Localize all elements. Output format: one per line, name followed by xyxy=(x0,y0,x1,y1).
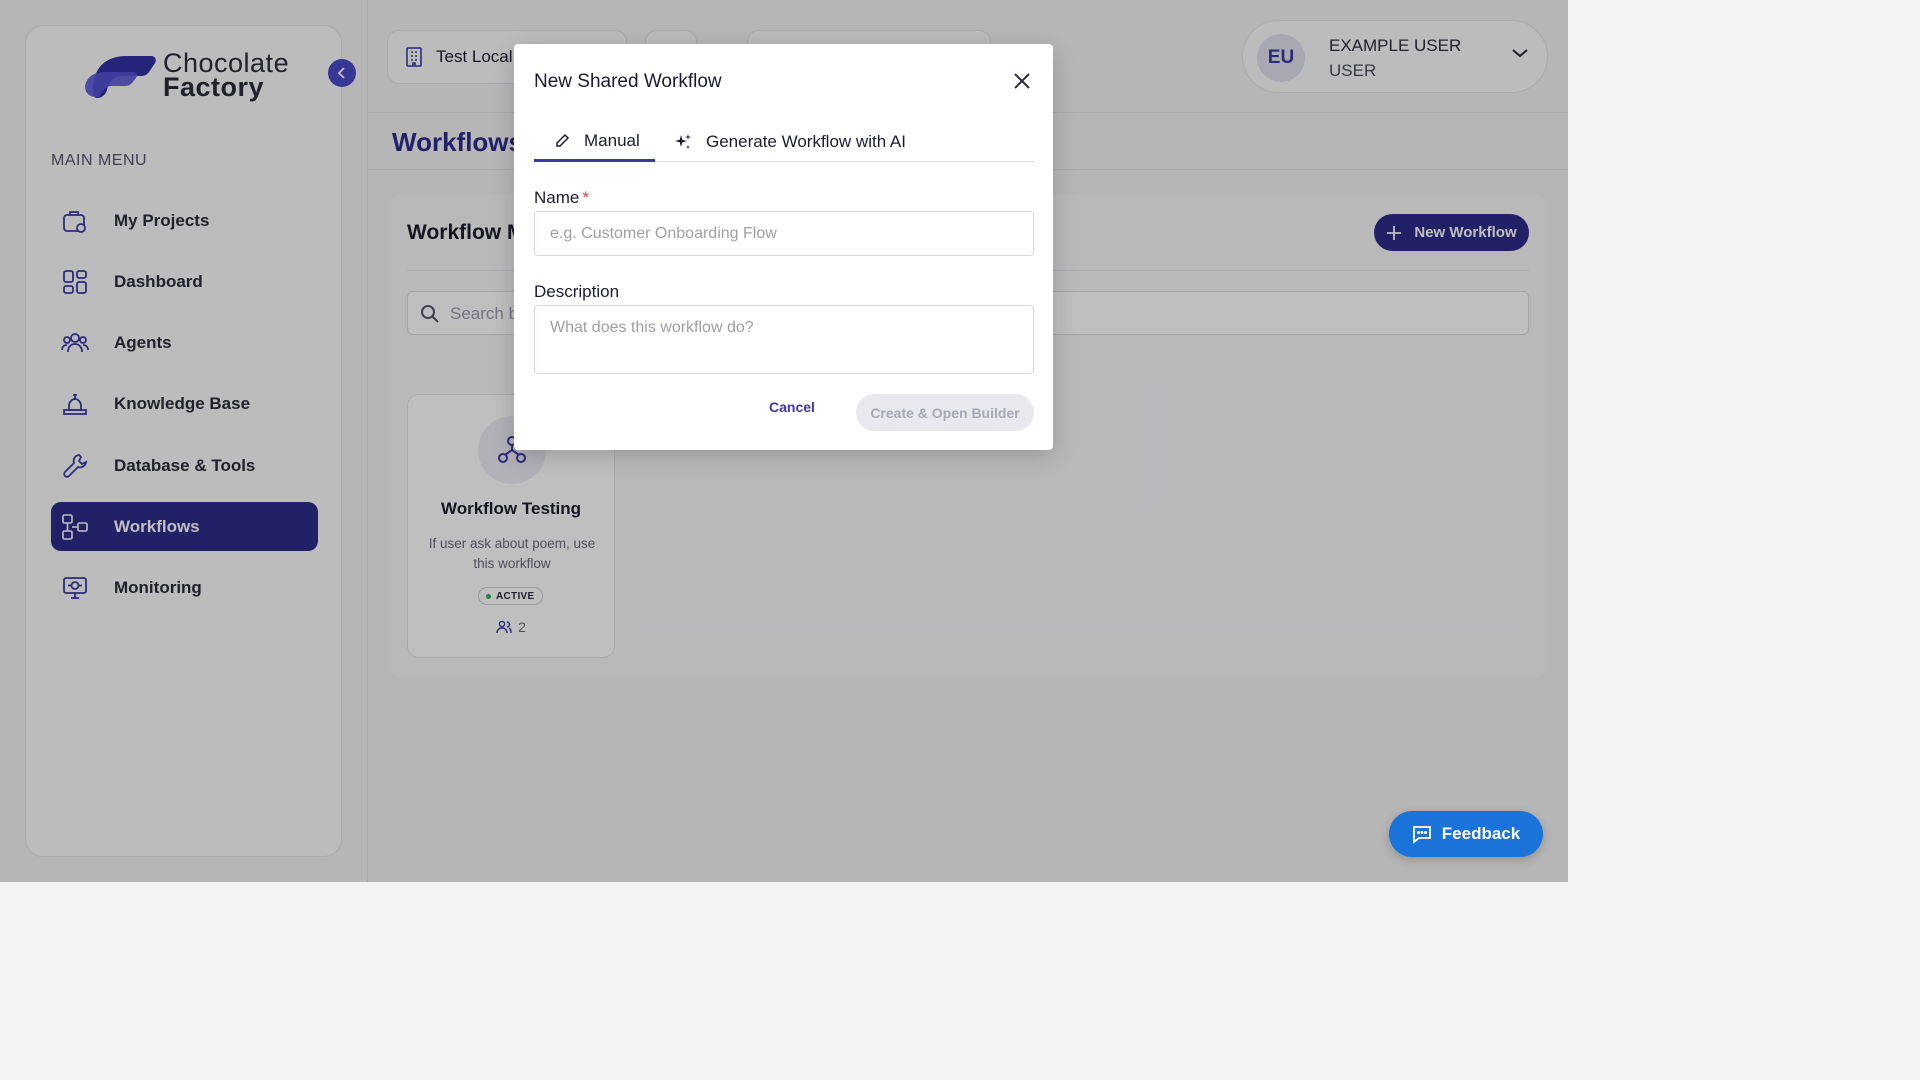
description-placeholder: What does this workflow do? xyxy=(550,319,754,336)
name-placeholder: e.g. Customer Onboarding Flow xyxy=(550,225,777,242)
name-field[interactable]: e.g. Customer Onboarding Flow xyxy=(534,211,1034,256)
close-icon[interactable] xyxy=(1011,70,1033,92)
create-open-builder-button[interactable]: Create & Open Builder xyxy=(856,394,1034,431)
cancel-button[interactable]: Cancel xyxy=(769,399,825,415)
tab-manual-label: Manual xyxy=(584,130,640,150)
description-label: Description xyxy=(534,282,620,301)
pencil-icon xyxy=(556,133,570,147)
feedback-button[interactable]: Feedback xyxy=(1389,811,1543,857)
tab-generate-ai[interactable]: Generate Workflow with AI xyxy=(674,122,906,162)
dialog-tabs: Manual Generate Workflow with AI xyxy=(534,122,1034,162)
sparkles-icon xyxy=(675,134,691,149)
chat-icon xyxy=(1412,825,1431,844)
required-mark: * xyxy=(582,188,589,207)
description-field[interactable]: What does this workflow do? xyxy=(534,305,1034,374)
new-workflow-dialog: New Shared Workflow Manual Generate Work… xyxy=(514,44,1053,450)
name-label: Name * xyxy=(534,188,589,208)
dialog-title: New Shared Workflow xyxy=(534,71,722,92)
tab-ai-label: Generate Workflow with AI xyxy=(706,132,906,151)
feedback-label: Feedback xyxy=(1441,824,1521,843)
name-label-text: Name xyxy=(534,188,580,207)
tab-manual[interactable]: Manual xyxy=(534,122,655,162)
